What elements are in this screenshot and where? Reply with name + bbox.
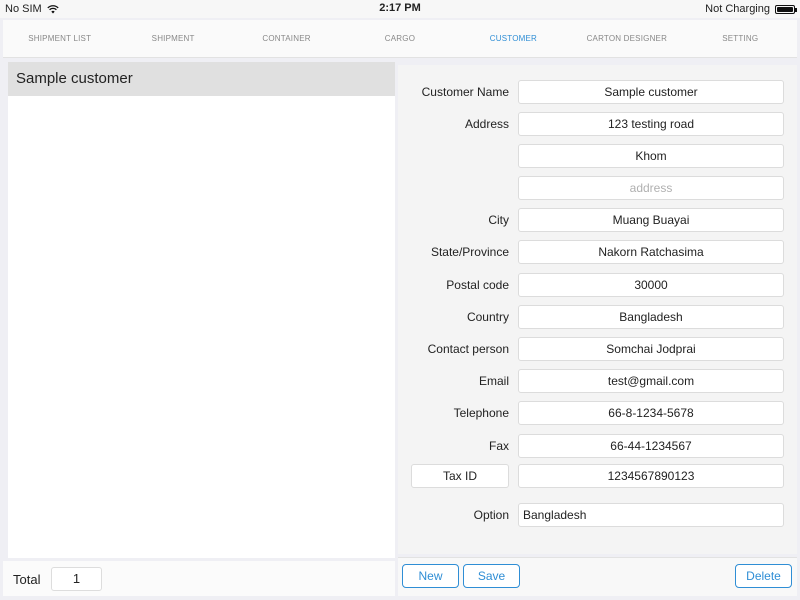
- address-row-2: Khom: [398, 144, 797, 168]
- fax-row: Fax 66-44-1234567: [398, 434, 797, 458]
- country-field[interactable]: Bangladesh: [518, 305, 784, 329]
- tax-id-row: Tax ID 1234567890123: [398, 464, 797, 488]
- telephone-label: Telephone: [453, 406, 509, 420]
- state-row: State/Province Nakorn Ratchasima: [398, 240, 797, 264]
- postal-row: Postal code 30000: [398, 273, 797, 297]
- state-label: State/Province: [430, 245, 509, 259]
- customer-name-field[interactable]: Sample customer: [518, 80, 784, 104]
- postal-code-field[interactable]: 30000: [518, 273, 784, 297]
- contact-person-field[interactable]: Somchai Jodprai: [518, 337, 784, 361]
- address-line1-field[interactable]: 123 testing road: [518, 112, 784, 136]
- tab-container[interactable]: CONTAINER: [230, 20, 343, 57]
- battery-status-text: Not Charging: [705, 3, 770, 15]
- address-label: Address: [464, 117, 509, 131]
- city-label: City: [488, 213, 509, 227]
- fax-label: Fax: [488, 439, 509, 453]
- tab-shipment[interactable]: SHIPMENT: [116, 20, 229, 57]
- country-row: Country Bangladesh: [398, 305, 797, 329]
- address-line3-field[interactable]: address: [518, 176, 784, 200]
- tab-carton-designer[interactable]: CARTON DESIGNER: [570, 20, 683, 57]
- customer-name-label: Customer Name: [421, 85, 509, 99]
- tax-id-field[interactable]: 1234567890123: [518, 464, 784, 488]
- email-field[interactable]: test@gmail.com: [518, 369, 784, 393]
- address-row-1: Address 123 testing road: [398, 112, 797, 136]
- tab-setting[interactable]: SETTING: [684, 20, 797, 57]
- telephone-row: Telephone 66-8-1234-5678: [398, 401, 797, 425]
- address-line2-field[interactable]: Khom: [518, 144, 784, 168]
- battery-icon: [775, 4, 797, 14]
- city-field[interactable]: Muang Buayai: [518, 208, 784, 232]
- clock-text: 2:17 PM: [379, 2, 421, 14]
- list-item[interactable]: Sample customer: [8, 62, 395, 96]
- tab-customer[interactable]: CUSTOMER: [457, 20, 570, 57]
- telephone-field[interactable]: 66-8-1234-5678: [518, 401, 784, 425]
- email-row: Email test@gmail.com: [398, 369, 797, 393]
- city-row: City Muang Buayai: [398, 208, 797, 232]
- total-count-field: 1: [51, 567, 102, 591]
- postal-code-label: Postal code: [446, 278, 509, 292]
- status-right: Not Charging: [705, 3, 797, 15]
- email-label: Email: [478, 374, 509, 388]
- tax-id-button[interactable]: Tax ID: [411, 464, 509, 488]
- total-label: Total: [13, 572, 41, 587]
- tab-cargo[interactable]: CARGO: [343, 20, 456, 57]
- customer-form: Customer Name Sample customer Address 12…: [398, 65, 797, 554]
- tab-shipment-list[interactable]: SHIPMENT LIST: [3, 20, 116, 57]
- tab-bar: SHIPMENT LIST SHIPMENT CONTAINER CARGO C…: [3, 20, 797, 58]
- fax-field[interactable]: 66-44-1234567: [518, 434, 784, 458]
- contact-row: Contact person Somchai Jodprai: [398, 337, 797, 361]
- customer-name-row: Customer Name Sample customer: [398, 80, 797, 104]
- save-button[interactable]: Save: [463, 564, 520, 588]
- action-bar: New Save Delete: [398, 557, 797, 596]
- address-row-3: address: [398, 176, 797, 200]
- new-button[interactable]: New: [402, 564, 459, 588]
- option-field[interactable]: Bangladesh: [518, 503, 784, 527]
- country-label: Country: [466, 310, 509, 324]
- contact-person-label: Contact person: [427, 342, 509, 356]
- option-row: Option Bangladesh: [398, 503, 797, 527]
- option-label: Option: [473, 508, 509, 522]
- list-footer: Total 1: [3, 561, 395, 596]
- status-bar: No SIM 2:17 PM Not Charging: [0, 0, 800, 18]
- state-field[interactable]: Nakorn Ratchasima: [518, 240, 784, 264]
- customer-list: Sample customer: [8, 62, 395, 558]
- delete-button[interactable]: Delete: [735, 564, 792, 588]
